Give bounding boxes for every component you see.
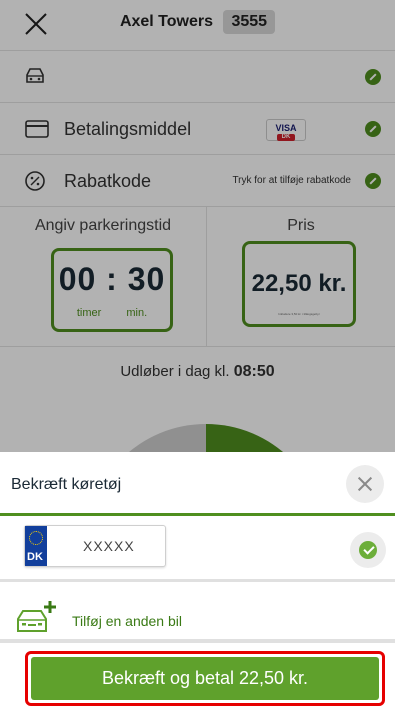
add-vehicle-label: Tilføj en anden bil <box>72 613 182 629</box>
selected-check-icon[interactable] <box>350 532 386 568</box>
modal-overlay[interactable] <box>0 0 395 452</box>
plate-country-code: DK <box>27 551 43 563</box>
sheet-close-button[interactable] <box>346 465 384 503</box>
eu-flag-icon: DK <box>25 526 47 566</box>
pay-button-highlight: Bekræft og betal 22,50 kr. <box>25 651 385 706</box>
sheet-title: Bekræft køretøj <box>11 476 122 493</box>
confirm-vehicle-sheet: Bekræft køretøj DK XXXXX Tilføj en anden… <box>0 452 395 710</box>
sheet-header: Bekræft køretøj <box>0 452 395 516</box>
plate-number: XXXXX <box>83 538 135 554</box>
add-vehicle-row[interactable]: Tilføj en anden bil <box>0 585 395 643</box>
eu-stars-icon <box>29 531 43 545</box>
add-car-icon <box>17 601 56 632</box>
license-plate: DK XXXXX <box>24 525 166 567</box>
vehicle-option-row[interactable]: DK XXXXX <box>0 516 395 582</box>
confirm-and-pay-button[interactable]: Bekræft og betal 22,50 kr. <box>31 657 379 700</box>
